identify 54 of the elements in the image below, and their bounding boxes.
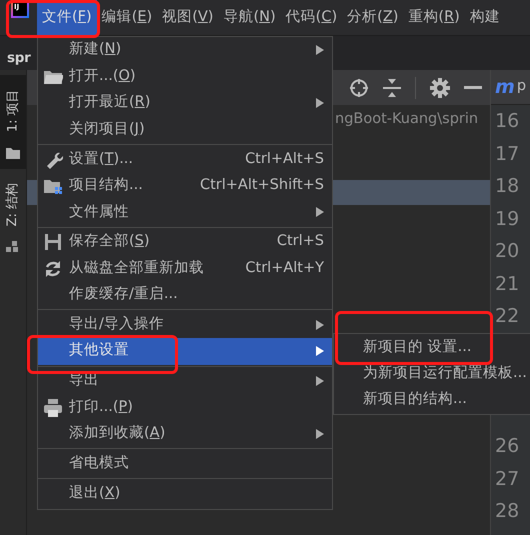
menu-item[interactable]: 添加到收藏(A) xyxy=(38,420,332,448)
menu-item[interactable]: 文件属性 xyxy=(38,199,332,226)
menu-item[interactable]: 打开...(O) xyxy=(38,64,332,90)
shortcut-text: Ctrl+Alt+S xyxy=(245,150,324,169)
menu-item[interactable]: 打开最近(R) xyxy=(38,90,332,116)
tool-window-tab[interactable]: Z: 结构 xyxy=(0,169,26,263)
menu-item[interactable]: 项目结构... Ctrl+Alt+Shift+S xyxy=(38,172,332,200)
menu-item[interactable]: 退出(X) xyxy=(38,480,332,507)
menu-item[interactable]: 设置(T)... Ctrl+Alt+S xyxy=(38,146,332,173)
shortcut-text: Ctrl+Alt+Y xyxy=(245,258,324,278)
line-number: 22 xyxy=(494,304,520,329)
line-number: 21 xyxy=(494,272,520,296)
menu-bar-item[interactable]: 重构(R) xyxy=(403,0,465,36)
menu-bar-item[interactable]: 构建 xyxy=(464,0,505,36)
line-number: 26 xyxy=(494,434,520,459)
menu-item[interactable]: 打印...(P) xyxy=(38,394,332,421)
target-icon xyxy=(349,78,369,98)
refresh-icon xyxy=(43,258,63,279)
collapse-icon xyxy=(383,78,401,98)
menu-item[interactable]: 其他设置 xyxy=(38,338,332,365)
line-number: 27 xyxy=(494,466,520,492)
project-name: spr xyxy=(7,48,30,68)
line-number: 18 xyxy=(494,174,520,199)
structure-icon xyxy=(6,241,20,253)
folder-icon xyxy=(6,147,20,159)
menu-bar-item[interactable]: 分析(Z) xyxy=(342,0,404,36)
line-number: 16 xyxy=(494,109,520,134)
menu-item[interactable]: 作废缓存/重启... xyxy=(38,282,332,308)
printer-icon xyxy=(43,398,63,418)
line-number: 28 xyxy=(494,499,520,524)
line-number: 19 xyxy=(494,206,520,232)
shortcut-text: Ctrl+S xyxy=(276,232,324,252)
menu-item[interactable]: 从磁盘全部重新加载 Ctrl+Alt+Y xyxy=(38,255,332,282)
line-number: 17 xyxy=(494,142,520,166)
path-text: ngBoot-Kuang\sprin xyxy=(335,110,478,130)
menu-item[interactable]: 保存全部(S) Ctrl+S xyxy=(38,228,332,256)
menu-bar-item[interactable]: 编辑(E) xyxy=(96,0,158,36)
settings-icon xyxy=(430,78,450,98)
line-number: 20 xyxy=(494,239,520,264)
menu-item[interactable]: 为新项目运行配置模板... xyxy=(334,361,530,387)
menu-bar-item[interactable]: 导航(N) xyxy=(218,0,281,36)
editor-tab[interactable]: m p xyxy=(491,70,530,105)
menu-item[interactable]: 导出/导入操作 xyxy=(38,312,332,338)
menu-item[interactable]: 新建(N) xyxy=(38,37,332,64)
maven-file-icon: m xyxy=(495,72,515,102)
shortcut-text: Ctrl+Alt+Shift+S xyxy=(200,176,324,196)
menu-item[interactable]: 关闭项目(J) xyxy=(38,116,332,143)
menu-item[interactable]: 省电模式 xyxy=(38,450,332,477)
menu-bar-item[interactable]: 视图(V) xyxy=(157,0,218,36)
menu-item[interactable]: 新项目的结构... xyxy=(334,387,530,413)
menu-bar-item[interactable]: 代码(C) xyxy=(280,0,342,36)
tool-window-tab[interactable]: 1: 项目 xyxy=(0,75,26,169)
menu-item[interactable]: 新项目的 设置... xyxy=(334,335,530,361)
minimize-icon xyxy=(464,86,482,89)
